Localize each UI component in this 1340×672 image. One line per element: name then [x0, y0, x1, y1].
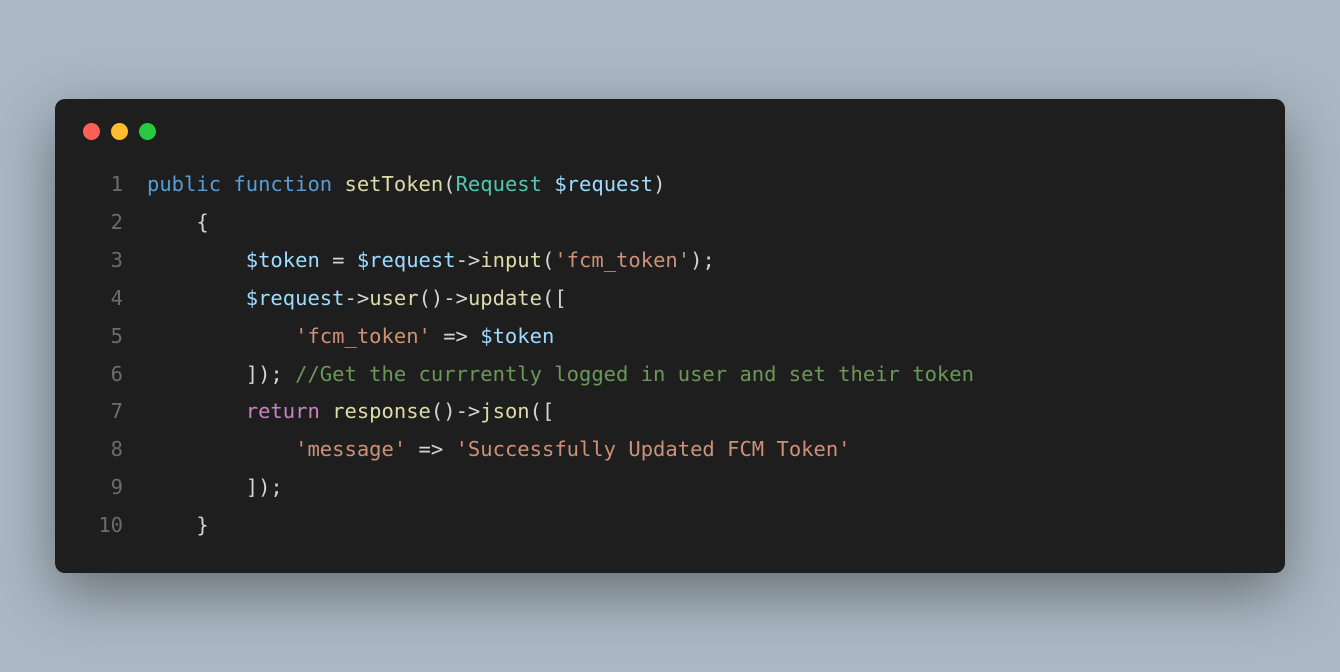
code-block[interactable]: 1 public function setToken(Request $requ…: [83, 166, 1257, 545]
minimize-icon[interactable]: [111, 123, 128, 140]
code-line: 1 public function setToken(Request $requ…: [83, 166, 1257, 204]
line-code: $token = $request->input('fcm_token');: [147, 242, 715, 280]
window-controls: [83, 123, 1257, 140]
code-line: 10 }: [83, 507, 1257, 545]
line-number: 5: [83, 318, 123, 356]
line-code: 'fcm_token' => $token: [147, 318, 554, 356]
line-code: return response()->json([: [147, 393, 554, 431]
line-number: 7: [83, 393, 123, 431]
line-number: 1: [83, 166, 123, 204]
code-line: 7 return response()->json([: [83, 393, 1257, 431]
line-code: $request->user()->update([: [147, 280, 567, 318]
line-number: 9: [83, 469, 123, 507]
line-code: 'message' => 'Successfully Updated FCM T…: [147, 431, 851, 469]
code-line: 4 $request->user()->update([: [83, 280, 1257, 318]
maximize-icon[interactable]: [139, 123, 156, 140]
line-number: 3: [83, 242, 123, 280]
line-code: ]);: [147, 469, 283, 507]
line-number: 4: [83, 280, 123, 318]
code-line: 6 ]); //Get the currrently logged in use…: [83, 356, 1257, 394]
code-line: 8 'message' => 'Successfully Updated FCM…: [83, 431, 1257, 469]
code-line: 9 ]);: [83, 469, 1257, 507]
code-editor-window: 1 public function setToken(Request $requ…: [55, 99, 1285, 573]
code-line: 2 {: [83, 204, 1257, 242]
line-code: ]); //Get the currrently logged in user …: [147, 356, 974, 394]
code-line: 3 $token = $request->input('fcm_token');: [83, 242, 1257, 280]
line-number: 2: [83, 204, 123, 242]
line-code: public function setToken(Request $reques…: [147, 166, 665, 204]
code-line: 5 'fcm_token' => $token: [83, 318, 1257, 356]
line-number: 6: [83, 356, 123, 394]
line-code: {: [147, 204, 209, 242]
line-number: 8: [83, 431, 123, 469]
close-icon[interactable]: [83, 123, 100, 140]
line-number: 10: [83, 507, 123, 545]
line-code: }: [147, 507, 209, 545]
